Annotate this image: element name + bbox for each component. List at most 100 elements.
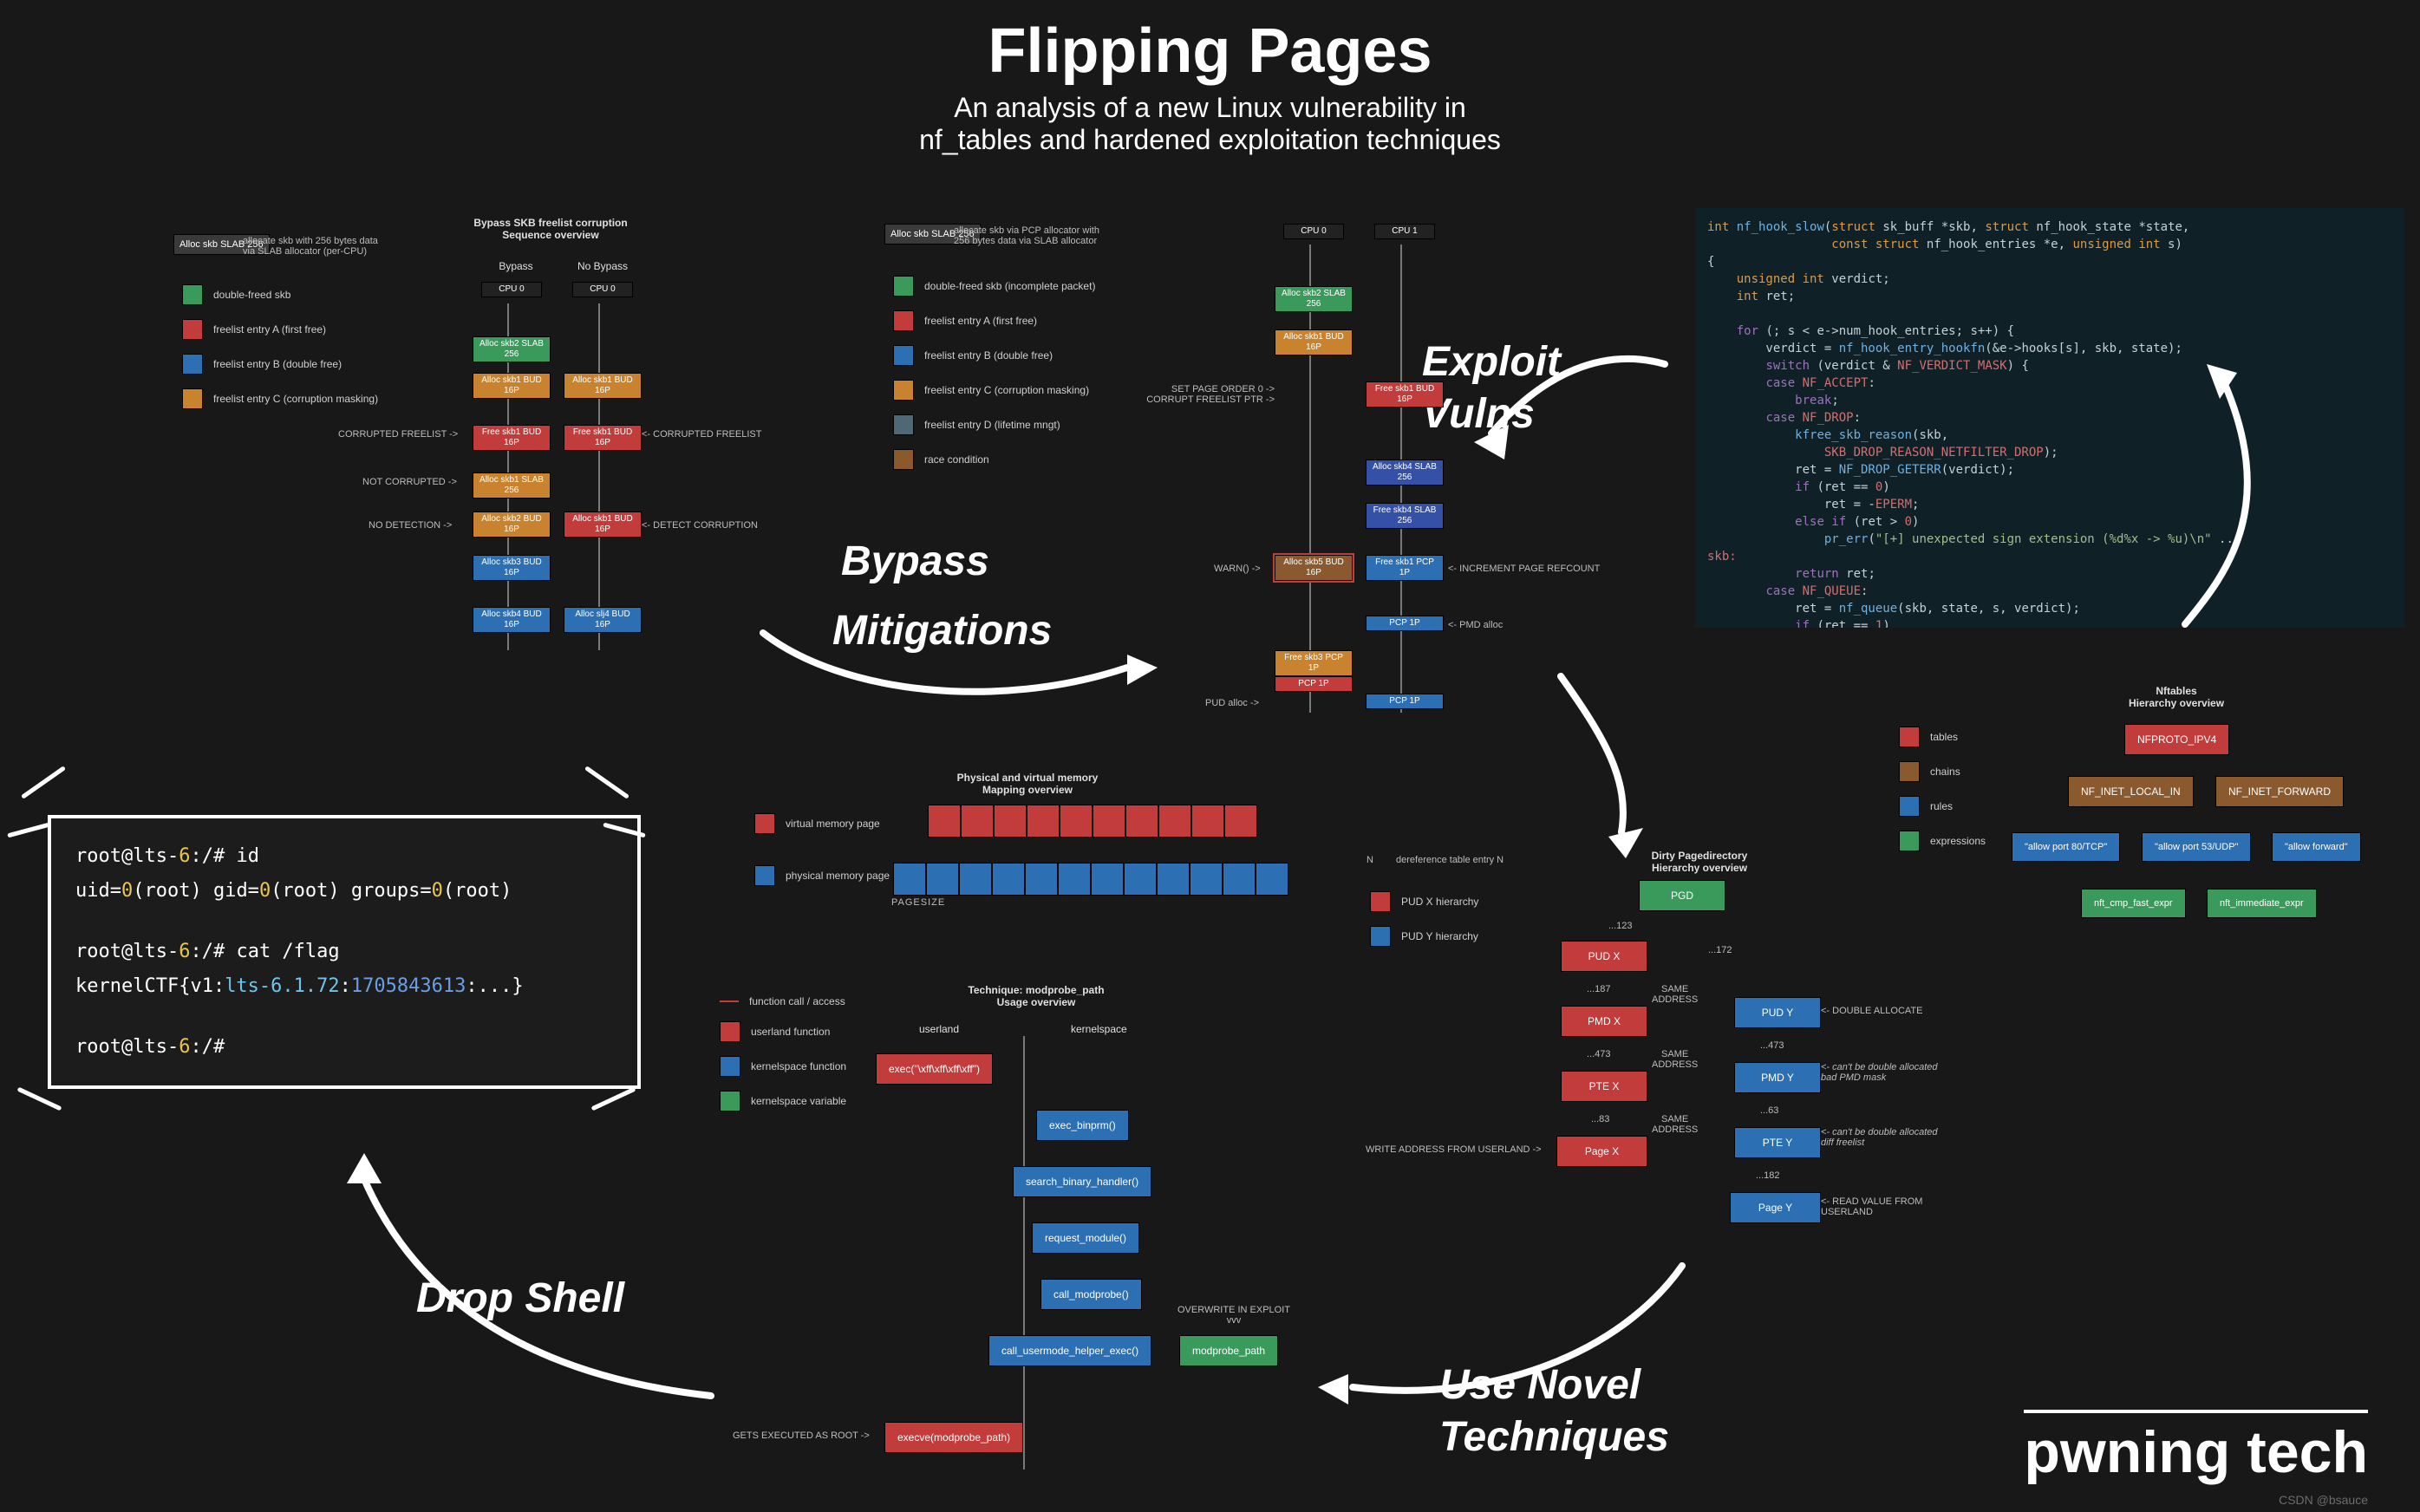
nft-e2: nft_immediate_expr	[2207, 889, 2317, 918]
mp-request: request_module()	[1032, 1222, 1139, 1254]
mp-overwrite: OVERWRITE IN EXPLOIT vvv	[1177, 1305, 1290, 1326]
pd-pudy: PUD Y	[1734, 997, 1821, 1028]
seqA-n1: Alloc skb1 BUD 16P	[564, 373, 642, 399]
pd-pudx: PUD X	[1561, 941, 1647, 972]
pd-ptey: PTE Y	[1734, 1127, 1821, 1158]
seqA-b2: Alloc skb1 BUD 16P	[473, 373, 551, 399]
pd-e473: ...473	[1587, 1049, 1611, 1059]
nft-fwd: NF_INET_FORWARD	[2215, 776, 2344, 807]
nft-r3: "allow forward"	[2272, 832, 2361, 862]
nft-r1: "allow port 80/TCP"	[2012, 832, 2120, 862]
seqB-ann-pud: PUD alloc ->	[1205, 698, 1259, 708]
mem-physical-row	[893, 863, 1288, 896]
code-panel: int nf_hook_slow(struct sk_buff *skb, st…	[1695, 208, 2404, 628]
nft-title: Nftables Hierarchy overview	[2116, 685, 2237, 709]
pd-cantpmd: <- can't be double allocated bad PMD mas…	[1821, 1062, 1938, 1083]
label-use-novel: Use Novel	[1439, 1361, 1641, 1409]
seqA-n3: Alloc skb1 BUD 16P	[564, 512, 642, 538]
pagedir-n: N	[1367, 855, 1373, 865]
seqB-legend-desc: allocate skb via PCP allocator with 256 …	[954, 225, 1145, 246]
mp-search: search_binary_handler()	[1013, 1166, 1151, 1197]
seqA-ann4: NO DETECTION ->	[369, 520, 452, 531]
pd-same1: SAME ADDRESS	[1652, 984, 1698, 1005]
seqB-c0-1: Alloc skb1 BUD 16P	[1275, 329, 1353, 355]
mp-modpath: modprobe_path	[1179, 1335, 1278, 1366]
page-title: Flipping Pages	[919, 16, 1501, 87]
label-drop-shell: Drop Shell	[416, 1274, 624, 1322]
root-shell-terminal: root@lts-6:/# id uid=0(root) gid=0(root)…	[48, 815, 641, 1089]
seqB-c1-4: PCP 1P	[1366, 616, 1444, 631]
pd-pmdy: PMD Y	[1734, 1062, 1821, 1093]
mp-execve: execve(modprobe_path)	[884, 1422, 1023, 1453]
seqB-c0-4: Free skb3 PCP 1P	[1275, 650, 1353, 676]
seqB-c0-5: PCP 1P	[1275, 676, 1353, 692]
seqB-c1-2: Free skb4 SLAB 256	[1366, 503, 1444, 529]
pd-same2: SAME ADDRESS	[1652, 1049, 1698, 1070]
seqA-ann3: NOT CORRUPTED ->	[362, 477, 457, 487]
seqB-ann-warn: WARN() ->	[1214, 564, 1261, 574]
label-techniques: Techniques	[1439, 1413, 1669, 1461]
seqA-b7: Alloc skb3 BUD 16P	[473, 555, 551, 581]
seqA-title: Bypass SKB freelist corruption Sequence …	[460, 217, 642, 241]
pd-read: <- READ VALUE FROM USERLAND	[1821, 1196, 1922, 1217]
pd-e187: ...187	[1587, 984, 1611, 994]
mp-root: GETS EXECUTED AS ROOT ->	[733, 1431, 870, 1441]
pd-e123: ...123	[1608, 921, 1633, 931]
mp-exec: exec("\xff\xff\xff\xff")	[876, 1053, 993, 1085]
pd-pgd: PGD	[1639, 880, 1725, 911]
pd-cantfree: <- can't be double allocated diff freeli…	[1821, 1127, 1938, 1148]
nft-local: NF_INET_LOCAL_IN	[2068, 776, 2194, 807]
pd-ptex: PTE X	[1561, 1071, 1647, 1102]
seqB-c1-1: Alloc skb4 SLAB 256	[1366, 459, 1444, 486]
seqA-ann5: <- DETECT CORRUPTION	[642, 520, 758, 531]
pagedir-deref: dereference table entry N	[1396, 855, 1504, 865]
page-subtitle-2: nf_tables and hardened exploitation tech…	[919, 124, 1501, 156]
seqA-b3: Free skb1 BUD 16P	[473, 425, 551, 451]
seqB-c1-3: Free skb1 PCP 1P	[1366, 555, 1444, 581]
watermark: CSDN @bsauce	[2279, 1493, 2368, 1507]
seqA-n4: Alloc slj4 BUD 16P	[564, 607, 642, 633]
modprobe-col-kernel: kernelspace	[1071, 1023, 1127, 1035]
seqA-ann2: <- CORRUPTED FREELIST	[642, 429, 761, 440]
pagedir-title: Dirty Pagedirectory Hierarchy overview	[1621, 850, 1777, 874]
seqA-n2: Free skb1 BUD 16P	[564, 425, 642, 451]
nft-root: NFPROTO_IPV4	[2124, 724, 2229, 755]
pd-e182: ...182	[1756, 1170, 1780, 1181]
pd-e83: ...83	[1591, 1114, 1609, 1124]
pd-same3: SAME ADDRESS	[1652, 1114, 1698, 1135]
mem-pagesize: PAGESIZE	[891, 897, 945, 908]
mem-virtual-row	[928, 805, 1257, 837]
label-mitigations: Mitigations	[832, 607, 1052, 655]
page-title-block: Flipping Pages An analysis of a new Linu…	[919, 16, 1501, 156]
pd-pmdx: PMD X	[1561, 1006, 1647, 1037]
seqB-ann-pmd: <- PMD alloc	[1448, 620, 1503, 630]
brand: pwning tech	[2024, 1410, 2368, 1486]
modprobe-legend: function call / access userland function…	[720, 988, 846, 1118]
nft-r2: "allow port 53/UDP"	[2142, 832, 2251, 862]
seqB-c0-0: Alloc skb2 SLAB 256	[1275, 286, 1353, 312]
nft-legend: tables chains rules expressions	[1899, 720, 1986, 858]
seqA-cpu0-b: CPU 0	[572, 282, 633, 297]
seqB-cpu0: CPU 0	[1283, 224, 1344, 239]
modprobe-title: Technique: modprobe_path Usage overview	[945, 984, 1127, 1008]
seqA-b8: Alloc skb4 BUD 16P	[473, 607, 551, 633]
pd-pagey: Page Y	[1730, 1192, 1821, 1223]
seqB-legend: double-freed skb (incomplete packet) fre…	[893, 269, 1095, 477]
modprobe-col-user: userland	[919, 1023, 959, 1035]
pagedir-legend: PUD X hierarchy PUD Y hierarchy	[1370, 884, 1478, 954]
seqA-b5: Alloc skb2 BUD 16P	[473, 512, 551, 538]
seqB-ann-setorder: SET PAGE ORDER 0 -> CORRUPT FREELIST PTR…	[1127, 384, 1275, 405]
seqB-cpu1: CPU 1	[1374, 224, 1435, 239]
mp-binprm: exec_binprm()	[1036, 1110, 1129, 1141]
page-subtitle-1: An analysis of a new Linux vulnerability…	[919, 92, 1501, 124]
mem-title: Physical and virtual memory Mapping over…	[932, 772, 1123, 796]
seqA-b1: Alloc skb2 SLAB 256	[473, 336, 551, 362]
seqA-legend-box-desc: allocate skb with 256 bytes data via SLA…	[243, 236, 408, 257]
mem-legend: virtual memory page physical memory page	[754, 806, 890, 893]
seqA-cpu0-a: CPU 0	[481, 282, 542, 297]
seqA-col-nobypass: No Bypass	[568, 260, 637, 272]
mp-call: call_modprobe()	[1040, 1279, 1142, 1310]
nft-e1: nft_cmp_fast_expr	[2081, 889, 2186, 918]
seqA-legend: double-freed skb freelist entry A (first…	[182, 277, 378, 416]
label-bypass: Bypass	[841, 538, 989, 585]
